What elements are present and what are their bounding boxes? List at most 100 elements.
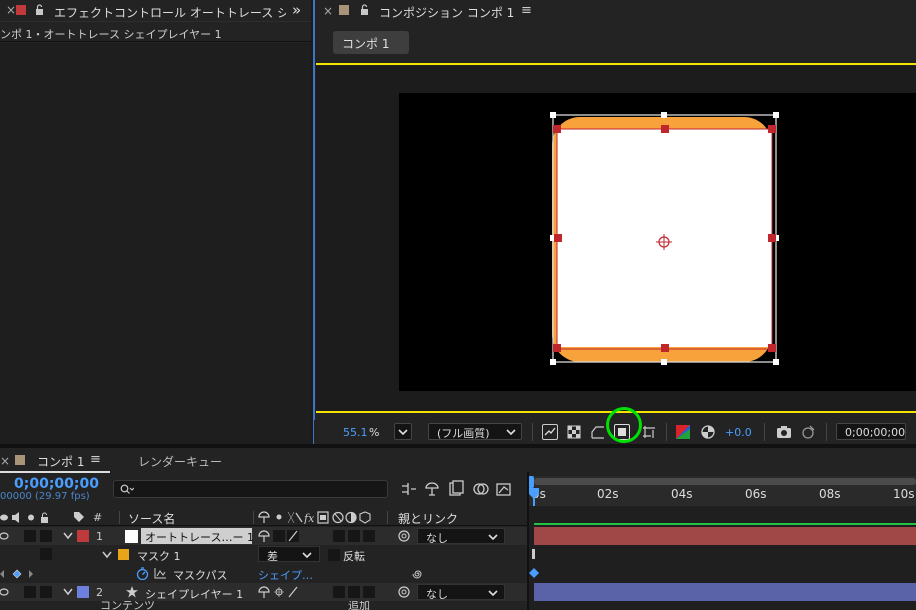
adjustment-switch[interactable] xyxy=(333,586,345,598)
expand-chevron-icon[interactable] xyxy=(102,551,112,559)
viewer-top-border xyxy=(316,63,916,65)
stopwatch-icon[interactable] xyxy=(136,567,149,580)
expand-chevron-icon[interactable] xyxy=(63,588,73,596)
mask-visibility-icon[interactable] xyxy=(590,424,606,440)
resolution-dropdown[interactable]: (フル画質) xyxy=(428,423,522,440)
layer-switches[interactable] xyxy=(258,530,304,543)
solo-switch[interactable] xyxy=(40,586,52,598)
3d-switch[interactable] xyxy=(363,530,375,542)
comp-breadcrumb-button[interactable]: コンポ 1 xyxy=(333,31,409,54)
composition-tab-title[interactable]: コンポジション コンポ 1 xyxy=(379,4,514,21)
invert-checkbox[interactable] xyxy=(328,549,340,561)
mask-path-row[interactable]: マスクパス シェイプ… xyxy=(0,564,528,583)
adjustment-switch[interactable] xyxy=(333,530,345,542)
layer-name[interactable]: シェイプレイヤー 1 xyxy=(145,586,243,602)
timeline-comp-tab[interactable]: コンポ 1 xyxy=(37,453,84,470)
solo-switch[interactable] xyxy=(40,548,52,560)
mask-path-value[interactable]: シェイプ… xyxy=(258,567,313,583)
3d-switch[interactable] xyxy=(348,586,360,598)
mask-row[interactable]: マスク 1 差 反転 xyxy=(0,545,528,564)
timeline-tabbar: × コンポ 1 ≡ レンダーキュー xyxy=(0,448,916,473)
invert-label: 反転 xyxy=(343,550,365,563)
keyframe-navigator[interactable] xyxy=(0,569,34,579)
layer-row[interactable]: 1 オートトレース…ー 1 なし xyxy=(0,527,528,545)
timeline-split-divider[interactable] xyxy=(527,472,529,610)
lock-icon[interactable] xyxy=(35,4,44,16)
layer-switches[interactable] xyxy=(258,586,304,599)
mask-name[interactable]: マスク 1 xyxy=(137,548,181,564)
grid-guides-icon[interactable] xyxy=(641,424,657,440)
layer1-duration-bar[interactable] xyxy=(534,527,916,545)
fast-preview-icon[interactable] xyxy=(542,424,558,440)
toolbar-divider xyxy=(826,423,827,441)
zoom-dropdown[interactable] xyxy=(394,423,412,440)
snapshot-camera-icon[interactable] xyxy=(776,425,792,439)
close-tab-icon[interactable]: × xyxy=(6,3,16,17)
3d-switch[interactable] xyxy=(348,530,360,542)
audio-switch[interactable] xyxy=(24,530,36,542)
pick-whip-icon[interactable] xyxy=(412,568,424,580)
panel-menu-icon[interactable]: ≡ xyxy=(521,3,532,18)
layer-label-swatch[interactable] xyxy=(77,530,89,542)
effect-controls-subtitle: ンポ 1・オートトレース シェイプレイヤー 1 xyxy=(0,22,311,42)
solo-switch[interactable] xyxy=(40,530,52,542)
ruler-label: 06s xyxy=(745,487,767,501)
layer-search-input[interactable] xyxy=(113,480,388,498)
exposure-value[interactable]: +0.0 xyxy=(725,426,752,439)
mask-keyframe-marker[interactable] xyxy=(532,549,535,559)
lock-icon[interactable] xyxy=(360,4,369,16)
channel-icon[interactable] xyxy=(676,425,690,439)
mask-color-swatch[interactable] xyxy=(118,549,129,560)
toolbar-divider xyxy=(666,423,667,441)
composition-tabbar: × コンポジション コンポ 1 ≡ xyxy=(314,0,916,22)
composition-color-swatch xyxy=(339,5,349,15)
layer2-duration-bar[interactable] xyxy=(534,583,916,601)
close-tab-icon[interactable]: × xyxy=(0,454,10,468)
zoom-unit: % xyxy=(369,426,380,439)
panel-overflow-icon[interactable]: » xyxy=(292,1,301,19)
highlight-circle xyxy=(606,407,642,443)
close-tab-icon[interactable]: × xyxy=(323,4,333,18)
expand-chevron-icon[interactable] xyxy=(63,532,73,540)
work-area-bar[interactable] xyxy=(534,478,916,485)
draft-3d-icon xyxy=(425,482,439,496)
column-divider xyxy=(387,511,388,524)
layer-row[interactable]: 2 シェイプレイヤー 1 なし xyxy=(0,583,528,601)
viewer-toolbar: 55.1 % (フル画質) +0.0 0;00;00;00 xyxy=(314,407,916,444)
column-number: # xyxy=(93,511,103,524)
parent-dropdown[interactable]: なし xyxy=(417,528,505,545)
zoom-value[interactable]: 55.1 xyxy=(343,426,368,439)
color-management-icon[interactable] xyxy=(701,425,715,439)
layer-name[interactable]: オートトレース…ー 1 xyxy=(141,528,254,544)
contents-row[interactable]: コンテンツ 追加 xyxy=(0,601,528,610)
layer-label-swatch[interactable] xyxy=(77,586,89,598)
active-tab-underline xyxy=(0,471,110,473)
viewer-timecode[interactable]: 0;00;00;00 xyxy=(836,423,906,440)
timeline-switches-toolbar[interactable] xyxy=(400,480,518,498)
keyframe-diamond-icon[interactable] xyxy=(529,568,539,578)
render-queue-tab[interactable]: レンダーキュー xyxy=(138,453,222,470)
effect-controls-tabbar: × エフェクトコントロール オートトレース シ » xyxy=(0,0,311,22)
parent-dropdown[interactable]: なし xyxy=(417,584,505,601)
switches-header-icons: fx xyxy=(258,511,371,524)
mask-path-label: マスクパス xyxy=(173,569,228,582)
column-source-name[interactable]: ソース名 xyxy=(128,510,175,527)
show-snapshot-icon[interactable] xyxy=(800,424,816,440)
layer-number: 1 xyxy=(96,530,103,543)
mask-mode-value: 差 xyxy=(267,550,278,563)
column-parent-link[interactable]: 親とリンク xyxy=(398,510,458,527)
audio-switch[interactable] xyxy=(24,586,36,598)
comp-navigator-icon xyxy=(402,483,416,495)
effect-controls-tab-title[interactable]: エフェクトコントロール オートトレース シ xyxy=(54,4,286,21)
add-label[interactable]: 追加 xyxy=(348,601,370,610)
shape-layer-graphic[interactable] xyxy=(540,105,790,375)
pick-whip-icon[interactable] xyxy=(398,530,410,542)
transparency-grid-icon[interactable] xyxy=(567,425,581,439)
current-timecode[interactable]: 0;00;00;00 xyxy=(14,476,99,492)
panel-menu-icon[interactable]: ≡ xyxy=(90,452,101,467)
visibility-eye-icon[interactable] xyxy=(0,587,10,597)
mask-mode-dropdown[interactable]: 差 xyxy=(258,546,320,563)
3d-switch[interactable] xyxy=(363,586,375,598)
pick-whip-icon[interactable] xyxy=(398,586,410,598)
visibility-eye-icon[interactable] xyxy=(0,531,10,541)
